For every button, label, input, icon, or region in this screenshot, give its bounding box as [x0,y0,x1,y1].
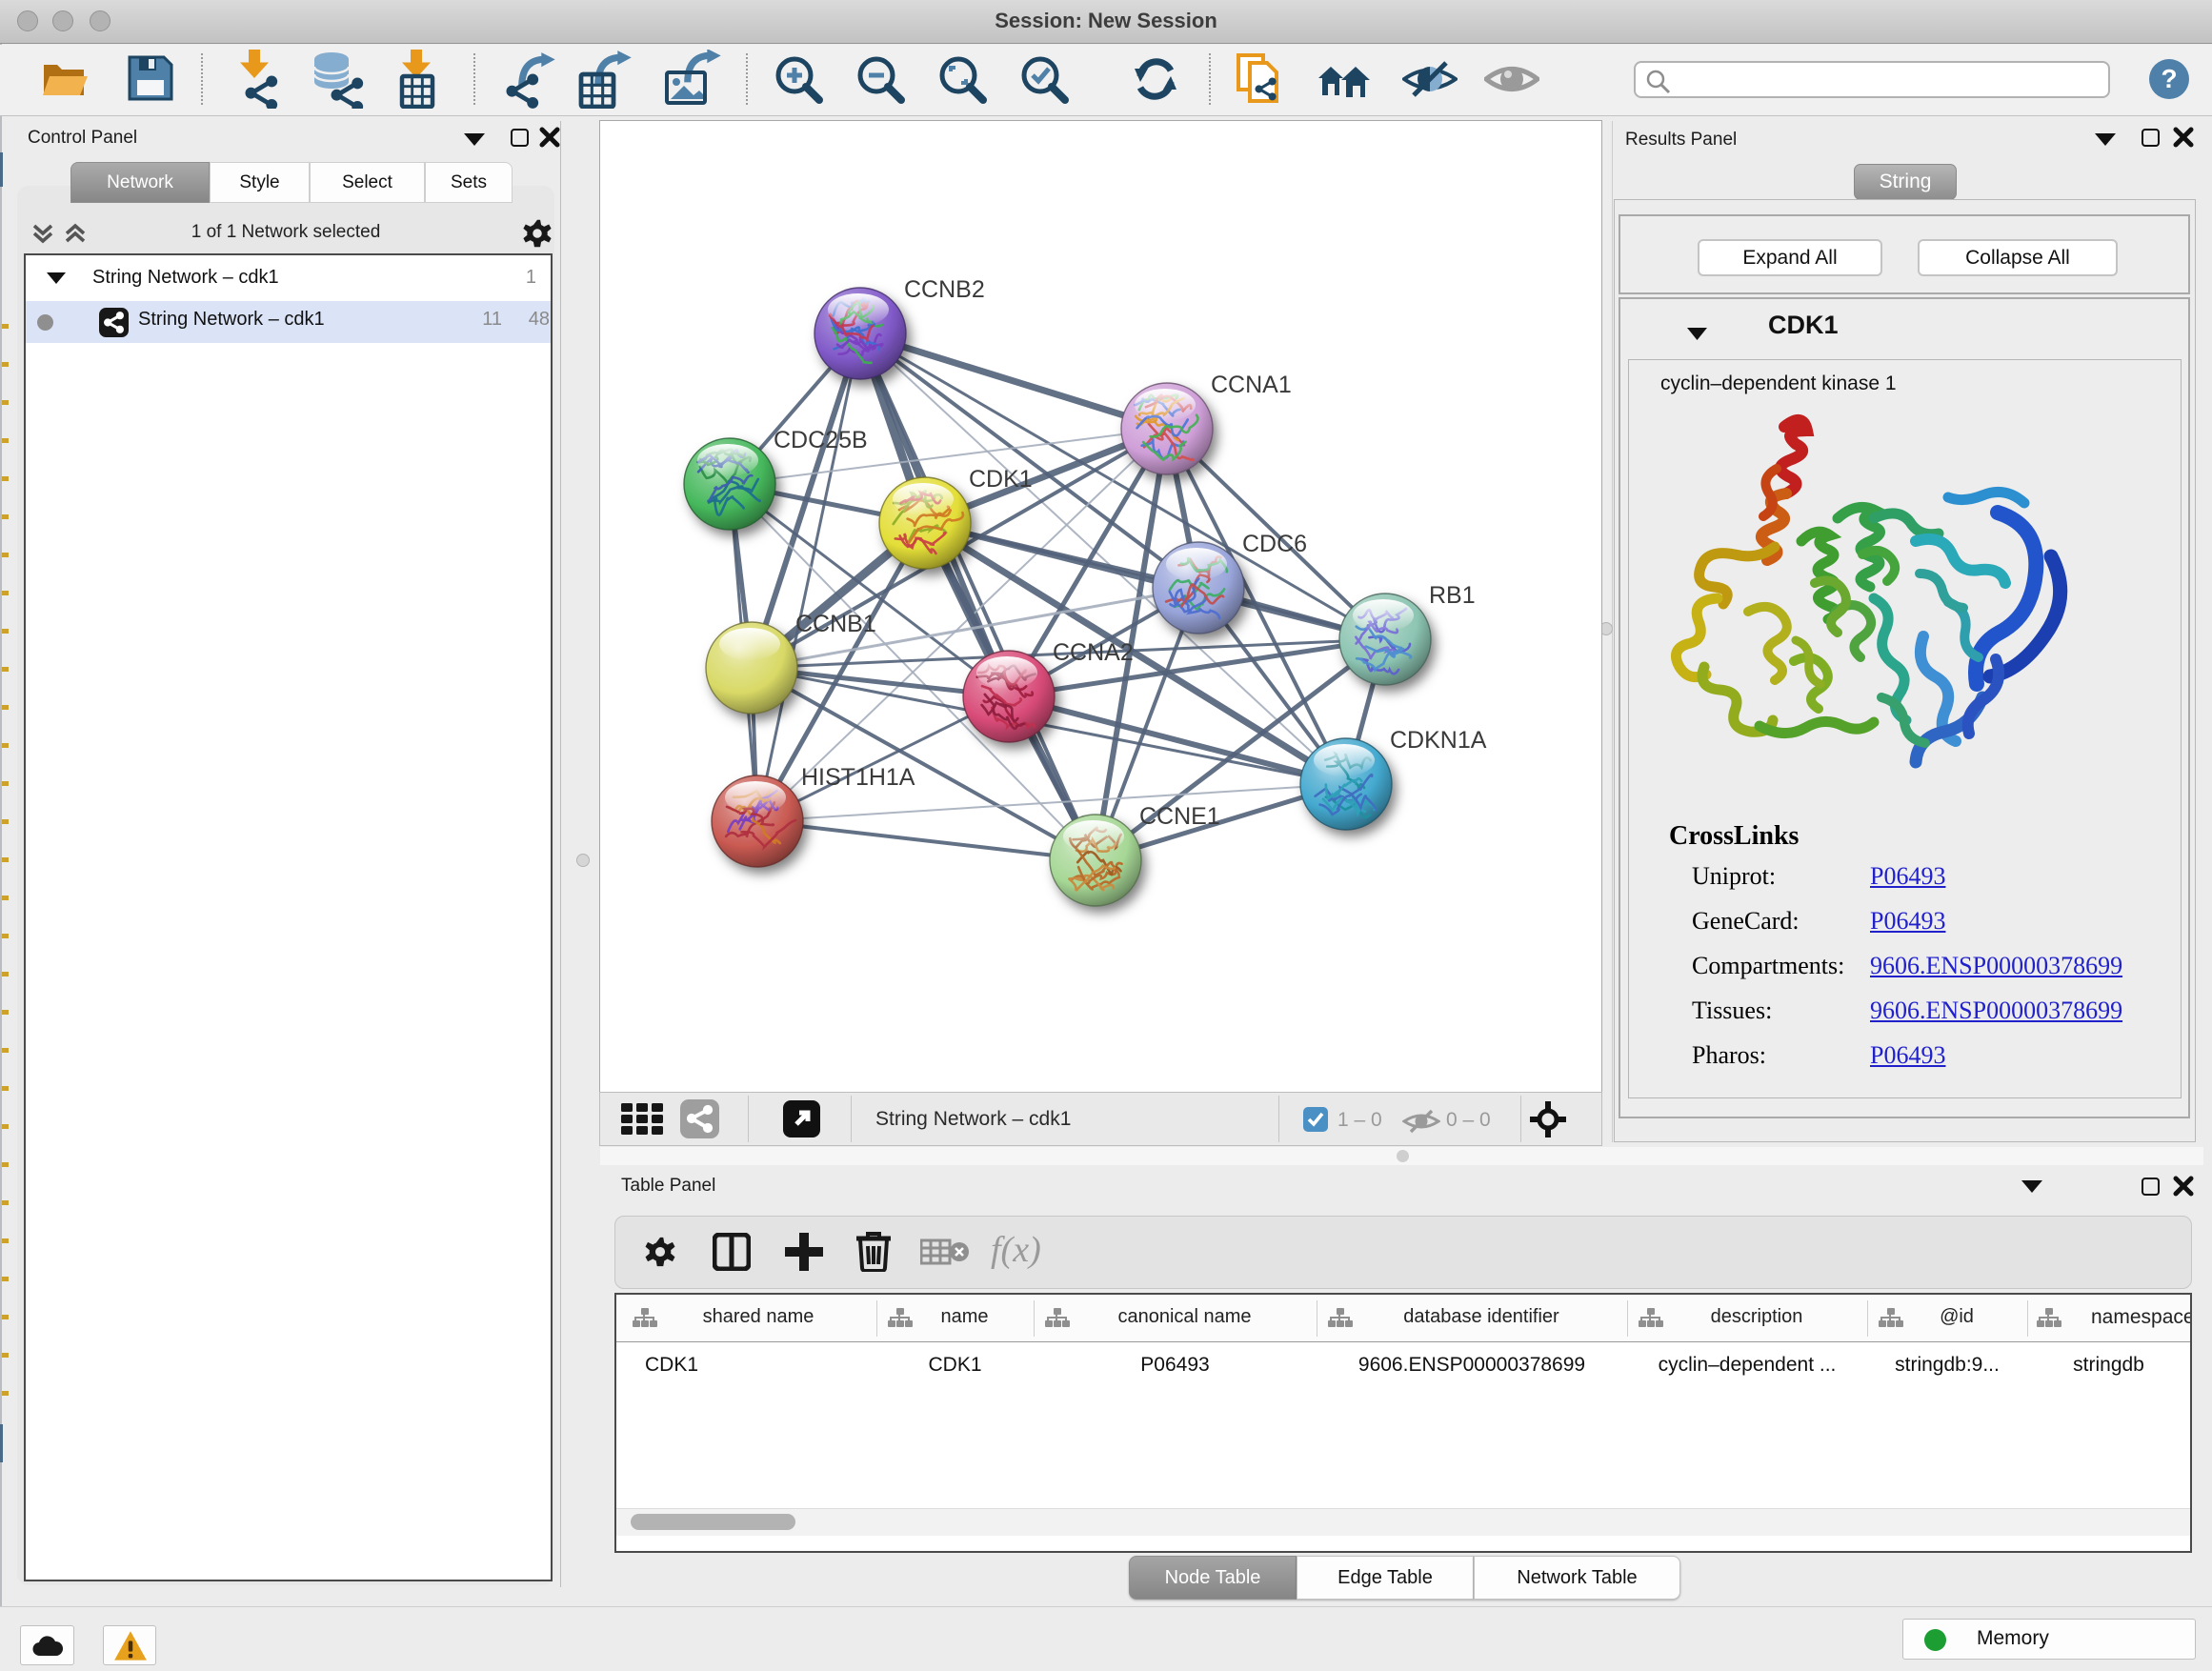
svg-text:RB1: RB1 [1429,582,1476,609]
svg-text:CDC6: CDC6 [1242,531,1307,557]
svg-text:CDK1: CDK1 [969,466,1033,493]
svg-text:CDC25B: CDC25B [774,427,868,453]
svg-text:CDKN1A: CDKN1A [1390,727,1487,754]
svg-text:CCNA2: CCNA2 [1053,639,1134,666]
svg-text:CCNB2: CCNB2 [904,276,985,303]
svg-text:CCNA1: CCNA1 [1211,372,1292,398]
svg-text:CCNB1: CCNB1 [795,611,876,637]
svg-text:CCNE1: CCNE1 [1139,803,1220,830]
svg-text:HIST1H1A: HIST1H1A [801,764,915,791]
